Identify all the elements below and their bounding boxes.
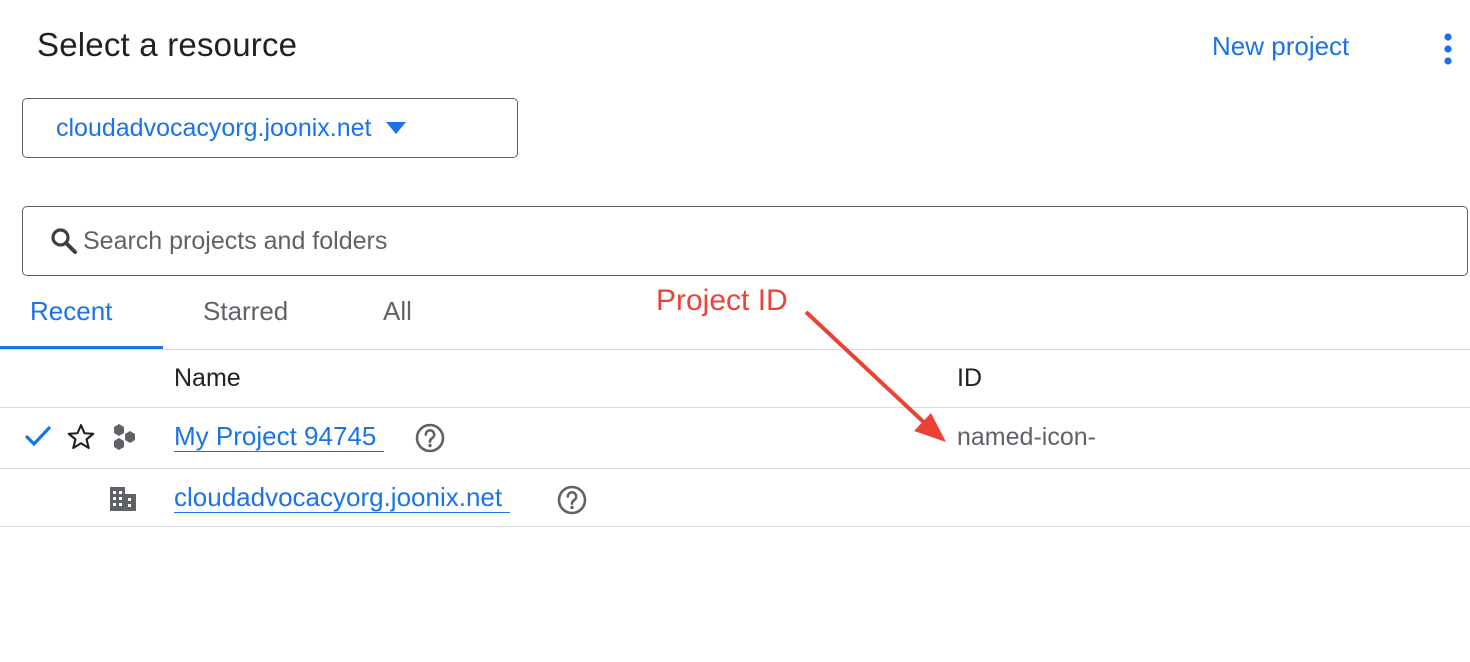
annotation-arrow [804,310,946,442]
resource-picker-dialog: Select a resource New project cloudadvoc… [0,0,1470,662]
